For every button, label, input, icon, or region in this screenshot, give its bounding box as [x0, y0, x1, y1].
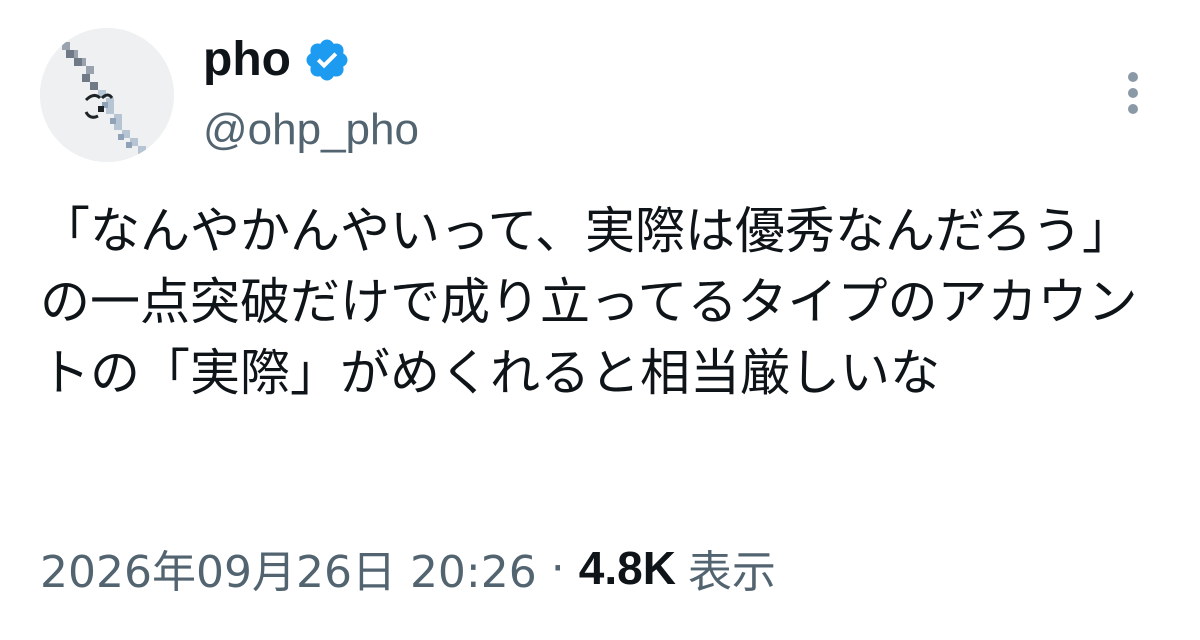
more-options-button[interactable]	[1113, 65, 1153, 121]
tweet-text: 「なんやかんやいって、実際は優秀なんだろう」の一点突破だけで成り立ってるタイプの…	[40, 202, 1138, 402]
tweet-card: pho @ohp_pho 「なんやかんやいって、実際は優秀なんだろう」の一点突破…	[0, 0, 1200, 640]
meta-separator: ·	[550, 542, 565, 594]
views-label: 表示	[687, 547, 776, 598]
more-vertical-icon	[1128, 72, 1138, 114]
author-name-row: pho	[203, 28, 351, 92]
avatar-image	[40, 28, 174, 162]
views-count[interactable]: 4.8K	[579, 541, 676, 595]
verified-badge-icon[interactable]	[303, 36, 351, 84]
display-name[interactable]: pho	[203, 36, 291, 84]
user-handle[interactable]: @ohp_pho	[203, 108, 419, 152]
timestamp[interactable]: 2026年09月26日 20:26	[40, 536, 537, 600]
avatar[interactable]	[40, 28, 174, 162]
tweet-meta: 2026年09月26日 20:26 · 4.8K 表示	[40, 533, 776, 603]
